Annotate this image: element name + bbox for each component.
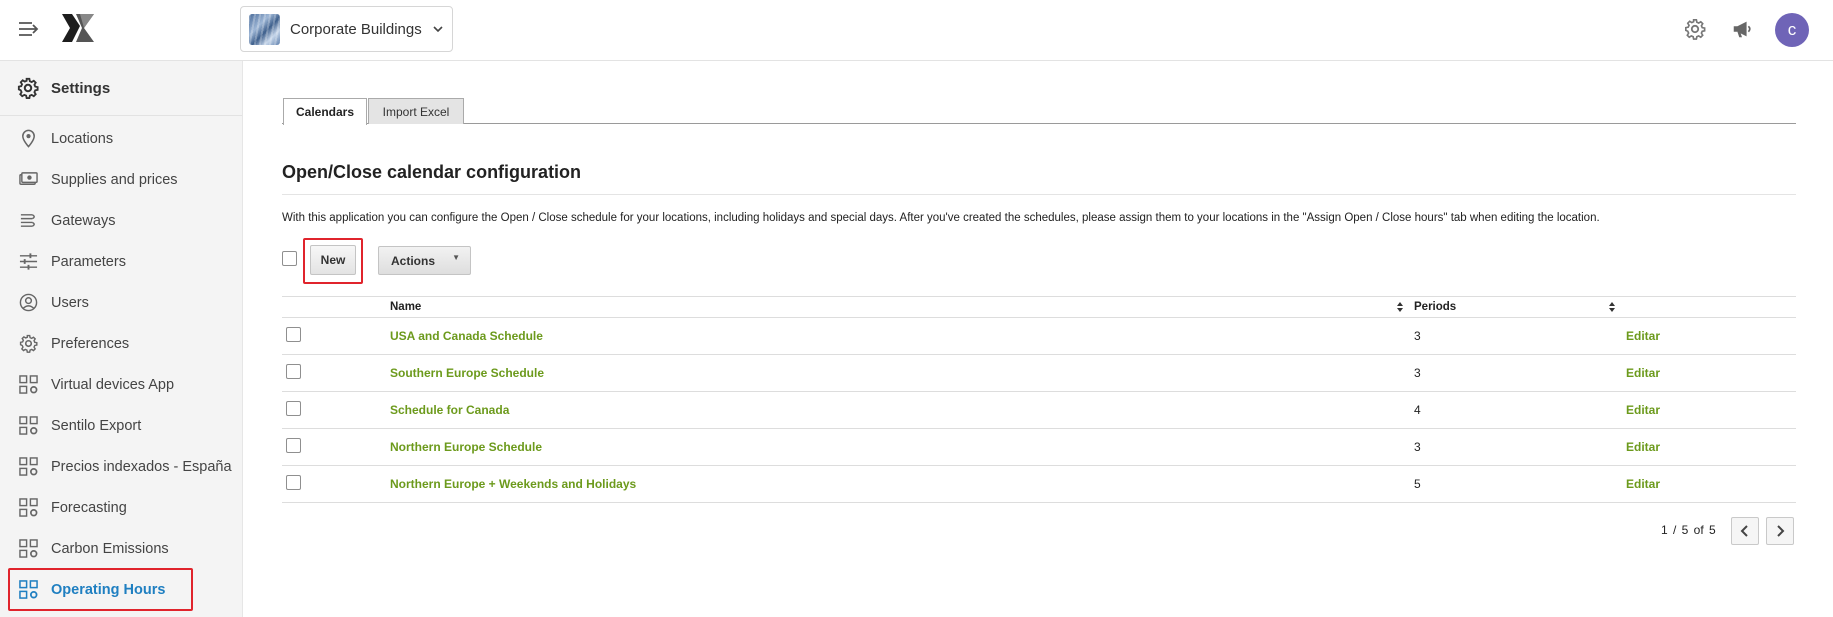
app-grid-gear-icon (19, 498, 38, 517)
organization-selector[interactable]: Corporate Buildings (240, 6, 453, 52)
sidebar-title: Settings (51, 79, 111, 97)
table-row: Southern Europe Schedule 3 Editar (282, 355, 1796, 392)
sidebar-item-carbon-emissions[interactable]: Carbon Emissions (0, 528, 242, 569)
sidebar-item-supplies[interactable]: Supplies and prices (0, 159, 242, 200)
row-checkbox[interactable] (286, 364, 301, 379)
chevron-down-icon (433, 26, 443, 33)
top-bar: Corporate Buildings c (0, 0, 1833, 61)
user-circle-icon (19, 293, 38, 312)
select-all-checkbox[interactable] (282, 251, 297, 266)
app-grid-gear-icon (19, 457, 38, 476)
menu-collapse-icon[interactable] (18, 19, 40, 39)
sidebar-item-virtual-devices[interactable]: Virtual devices App (0, 364, 242, 405)
sidebar-item-forecasting[interactable]: Forecasting (0, 487, 242, 528)
sidebar-item-label: Supplies and prices (51, 171, 178, 188)
location-pin-icon (22, 129, 35, 148)
table-row: Northern Europe Schedule 3 Editar (282, 429, 1796, 466)
sidebar-item-parameters[interactable]: Parameters (0, 241, 242, 282)
sidebar-item-gateways[interactable]: Gateways (0, 200, 242, 241)
schedule-name-link[interactable]: Northern Europe Schedule (390, 440, 542, 454)
sidebar-item-preferences[interactable]: Preferences (0, 323, 242, 364)
edit-link[interactable]: Editar (1626, 366, 1660, 380)
sort-icon[interactable] (1608, 301, 1616, 313)
row-checkbox[interactable] (286, 401, 301, 416)
sidebar-item-precios-indexados[interactable]: Precios indexados - España (0, 446, 242, 487)
sidebar-header: Settings (0, 61, 242, 116)
sidebar-item-label: Gateways (51, 212, 116, 229)
row-checkbox[interactable] (286, 438, 301, 453)
edit-link[interactable]: Editar (1626, 329, 1660, 343)
periods-count: 5 (1414, 477, 1421, 491)
title-divider (282, 194, 1796, 195)
sidebar-item-label: Parameters (51, 253, 126, 270)
tab-import-excel[interactable]: Import Excel (368, 98, 464, 124)
sliders-icon (19, 253, 38, 270)
actions-dropdown[interactable]: Actions ▼ (378, 246, 471, 275)
megaphone-icon[interactable] (1731, 18, 1753, 40)
calendars-table: Name Periods USA and Canada Schedule 3 E… (282, 296, 1796, 503)
app-grid-gear-icon (19, 375, 38, 394)
row-checkbox[interactable] (286, 475, 301, 490)
money-icon (19, 172, 38, 185)
gear-icon (19, 334, 38, 353)
column-header-name[interactable]: Name (390, 301, 421, 313)
table-row: Northern Europe + Weekends and Holidays … (282, 466, 1796, 503)
prev-page-button[interactable] (1731, 517, 1759, 545)
sidebar-item-label: Precios indexados - España (51, 458, 232, 475)
organization-name: Corporate Buildings (290, 20, 422, 38)
sidebar-item-locations[interactable]: Locations (0, 118, 242, 159)
gateway-icon (20, 214, 35, 227)
schedule-name-link[interactable]: Southern Europe Schedule (390, 366, 544, 380)
sort-icon[interactable] (1396, 301, 1404, 313)
app-grid-gear-icon (19, 580, 38, 599)
gear-icon[interactable] (1684, 18, 1706, 40)
tab-bar: Calendars Import Excel (282, 98, 1796, 125)
app-grid-gear-icon (19, 539, 38, 558)
chevron-right-icon (1777, 525, 1785, 537)
sidebar-item-sentilo-export[interactable]: Sentilo Export (0, 405, 242, 446)
sidebar-item-label: Operating Hours (51, 581, 166, 598)
sidebar-nav: Locations Supplies and prices Gateways P… (0, 116, 242, 610)
sidebar-item-label: Preferences (51, 335, 130, 352)
table-row: USA and Canada Schedule 3 Editar (282, 318, 1796, 355)
sidebar-item-users[interactable]: Users (0, 282, 242, 323)
tab-calendars[interactable]: Calendars (283, 98, 367, 125)
sidebar-item-operating-hours[interactable]: Operating Hours (0, 569, 242, 610)
sidebar-item-label: Carbon Emissions (51, 540, 169, 557)
building-thumbnail-icon (249, 13, 280, 45)
row-checkbox[interactable] (286, 327, 301, 342)
caret-down-icon: ▼ (452, 253, 460, 262)
column-header-periods[interactable]: Periods (1414, 301, 1456, 313)
main-content: Calendars Import Excel Open/Close calend… (282, 61, 1796, 617)
edit-link[interactable]: Editar (1626, 477, 1660, 491)
new-button[interactable]: New (310, 245, 356, 275)
schedule-name-link[interactable]: Schedule for Canada (390, 403, 509, 417)
schedule-name-link[interactable]: Northern Europe + Weekends and Holidays (390, 477, 636, 491)
page-title: Open/Close calendar configuration (282, 162, 582, 182)
sidebar-item-label: Sentilo Export (51, 417, 142, 434)
table-row: Schedule for Canada 4 Editar (282, 392, 1796, 429)
table-header: Name Periods (282, 296, 1796, 318)
pagination-info: 1 / 5 of 5 (1661, 523, 1716, 537)
next-page-button[interactable] (1766, 517, 1794, 545)
schedule-name-link[interactable]: USA and Canada Schedule (390, 329, 543, 343)
periods-count: 3 (1414, 366, 1421, 380)
sidebar-item-label: Users (51, 294, 89, 311)
sidebar-item-label: Virtual devices App (51, 376, 175, 393)
sidebar-item-label: Locations (51, 130, 114, 147)
periods-count: 4 (1414, 403, 1421, 417)
edit-link[interactable]: Editar (1626, 440, 1660, 454)
edit-link[interactable]: Editar (1626, 403, 1660, 417)
gear-icon (17, 77, 39, 99)
actions-label: Actions (391, 253, 436, 268)
sidebar-item-label: Forecasting (51, 499, 127, 516)
periods-count: 3 (1414, 329, 1421, 343)
chevron-left-icon (1740, 525, 1748, 537)
periods-count: 3 (1414, 440, 1421, 454)
page-description: With this application you can configure … (282, 212, 1600, 224)
user-avatar[interactable]: c (1775, 13, 1809, 47)
settings-sidebar: Settings Locations Supplies and prices G… (0, 61, 243, 617)
app-grid-gear-icon (19, 416, 38, 435)
brand-logo-icon[interactable] (60, 12, 96, 44)
